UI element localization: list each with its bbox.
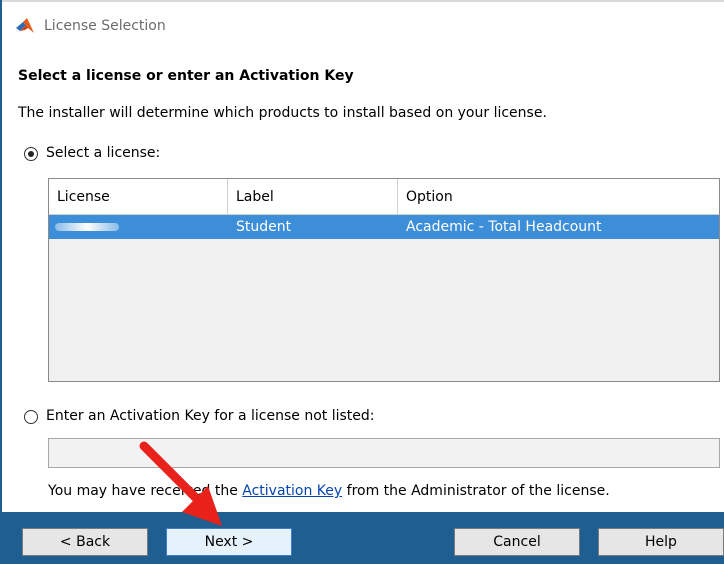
page-description: The installer will determine which produ… [18, 105, 547, 121]
license-selection-window: License Selection Select a license or en… [0, 0, 724, 564]
license-table[interactable]: License Label Option Student Academic - … [48, 178, 720, 382]
window-left-border [0, 0, 2, 564]
title-bar[interactable]: License Selection [0, 0, 724, 44]
activation-key-note: You may have received the Activation Key… [48, 483, 610, 499]
column-header-option[interactable]: Option [398, 179, 719, 215]
select-license-label: Select a license: [46, 145, 161, 161]
table-row[interactable]: Student Academic - Total Headcount [49, 215, 719, 239]
window-title: License Selection [44, 18, 166, 34]
next-button[interactable]: Next > [166, 528, 292, 556]
activation-key-label: Enter an Activation Key for a license no… [46, 408, 375, 424]
label-cell: Student [236, 219, 292, 235]
table-header: License Label Option [49, 179, 719, 215]
page-heading: Select a license or enter an Activation … [18, 68, 354, 84]
redacted-license-number [55, 223, 119, 231]
option-cell: Academic - Total Headcount [406, 219, 602, 235]
cancel-button[interactable]: Cancel [454, 528, 580, 556]
matlab-logo-icon [16, 18, 34, 33]
activation-key-link[interactable]: Activation Key [242, 483, 342, 499]
column-header-license[interactable]: License [49, 179, 228, 215]
select-license-radio[interactable] [24, 147, 38, 161]
column-header-label[interactable]: Label [228, 179, 398, 215]
help-button[interactable]: Help [598, 528, 724, 556]
activation-key-input[interactable] [48, 438, 720, 468]
note-prefix: You may have received the [48, 483, 243, 499]
license-cell [49, 215, 228, 239]
note-suffix: from the Administrator of the license. [342, 483, 610, 499]
back-button[interactable]: < Back [22, 528, 148, 556]
activation-key-radio[interactable] [24, 410, 38, 424]
